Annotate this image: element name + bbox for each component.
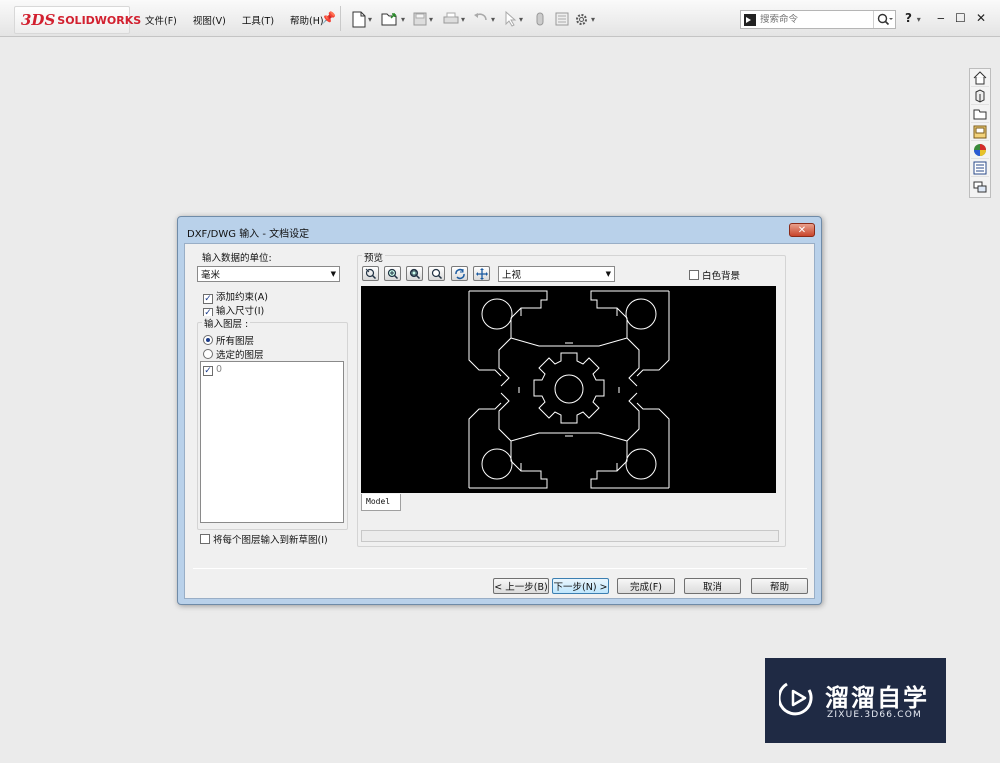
horizontal-scrollbar[interactable] (361, 530, 779, 542)
each-layer-sketch-option[interactable]: 将每个图层输入到新草图(I) (200, 532, 328, 546)
logo-word: SOLIDWORKS (57, 13, 142, 27)
help-button[interactable]: ? ▾ (905, 11, 921, 25)
select-icon[interactable]: ▾ (505, 9, 523, 29)
chevron-down-icon: ▼ (330, 270, 336, 278)
rebuild-icon[interactable] (535, 9, 545, 29)
help-dialog-button[interactable]: 帮助 (751, 578, 808, 594)
search-input[interactable] (760, 14, 873, 25)
selected-layers-radio[interactable] (203, 349, 213, 359)
play-logo-icon (779, 682, 813, 716)
new-document-icon[interactable]: ▾ (352, 9, 372, 29)
view-value: 上视 (502, 270, 522, 281)
home-icon[interactable] (971, 70, 989, 87)
logo-mark: 3DS (21, 11, 56, 29)
layers-label: 输入图层 : (202, 316, 251, 330)
custom-properties-icon[interactable] (971, 160, 989, 177)
maximize-button[interactable]: ☐ (955, 11, 966, 25)
zoom-previous-icon[interactable] (428, 266, 445, 281)
button-divider (193, 568, 807, 569)
each-layer-sketch-checkbox[interactable] (200, 534, 210, 544)
title-bar: 3DS SOLIDWORKS 文件(F) 视图(V) 工具(T) 帮助(H) 📌… (0, 0, 1000, 37)
zoom-in-icon[interactable] (384, 266, 401, 281)
dialog-body: 输入数据的单位: 毫米 ▼ ✓ 添加约束(A) ✓ 输入尺寸(I) 输入图层 : 所… (184, 243, 815, 599)
next-button[interactable]: 下一步(N) > (552, 578, 609, 594)
menu-tools[interactable]: 工具(T) (240, 12, 276, 28)
preview-canvas[interactable] (361, 286, 776, 493)
forum-icon[interactable] (971, 178, 989, 195)
white-background-option[interactable]: 白色背景 (689, 268, 740, 282)
units-select[interactable]: 毫米 ▼ (197, 266, 340, 282)
zoom-fit-icon[interactable] (362, 266, 379, 281)
white-background-checkbox[interactable] (689, 270, 699, 280)
rotate-icon[interactable] (451, 266, 468, 281)
watermark-badge: 溜溜自学 ZIXUE.3D66.COM (765, 658, 946, 743)
task-pane (969, 68, 991, 198)
options-gear-icon[interactable]: ▾ (574, 9, 595, 29)
finish-button[interactable]: 完成(F) (617, 578, 675, 594)
close-button[interactable]: ✕ (976, 11, 986, 25)
layer-item[interactable]: ✓ 0 (203, 364, 222, 376)
chevron-down-icon: ▼ (605, 270, 611, 278)
dxf-import-dialog: DXF/DWG 输入 - 文档设定 ✕ 输入数据的单位: 毫米 ▼ ✓ 添加约束(… (177, 216, 822, 605)
back-button[interactable]: < 上一步(B) (493, 578, 549, 594)
zoom-area-icon[interactable] (406, 266, 423, 281)
watermark-url: ZIXUE.3D66.COM (827, 710, 923, 720)
view-palette-icon[interactable] (971, 124, 989, 141)
all-layers-radio[interactable] (203, 335, 213, 345)
selected-layers-option[interactable]: 选定的图层 (203, 347, 264, 361)
toolbar-separator (340, 6, 341, 31)
add-constraints-option[interactable]: ✓ 添加约束(A) (203, 289, 268, 304)
preview-label: 预览 (362, 250, 386, 264)
dialog-close-button[interactable]: ✕ (789, 223, 815, 237)
command-icon (744, 13, 756, 26)
minimize-button[interactable]: ‒ (937, 11, 945, 25)
file-explorer-icon[interactable] (971, 106, 989, 123)
view-orientation-select[interactable]: 上视 ▼ (498, 266, 615, 282)
undo-icon[interactable]: ▾ (473, 9, 495, 29)
design-library-icon[interactable] (971, 88, 989, 105)
model-tab[interactable]: Model (361, 494, 401, 511)
print-icon[interactable]: ▾ (443, 9, 465, 29)
all-layers-option[interactable]: 所有图层 (203, 333, 254, 347)
file-properties-icon[interactable] (555, 9, 569, 29)
search-commands[interactable] (740, 10, 896, 29)
layer-list: ✓ 0 (200, 361, 344, 523)
open-icon[interactable]: ▾ (381, 9, 405, 29)
search-icon[interactable] (873, 11, 895, 28)
pan-icon[interactable] (473, 266, 490, 281)
layer-checkbox[interactable]: ✓ (203, 366, 213, 376)
extrusion-profile-drawing (468, 290, 670, 489)
solidworks-logo[interactable]: 3DS SOLIDWORKS (14, 6, 141, 34)
menu-view[interactable]: 视图(V) (191, 12, 228, 28)
watermark-name: 溜溜自学 (825, 684, 929, 712)
save-icon[interactable]: ▾ (413, 9, 433, 29)
cancel-button[interactable]: 取消 (684, 578, 741, 594)
menu-file[interactable]: 文件(F) (143, 12, 179, 28)
units-value: 毫米 (201, 270, 221, 281)
menu-help[interactable]: 帮助(H) (288, 12, 326, 28)
dialog-title: DXF/DWG 输入 - 文档设定 (187, 229, 310, 240)
appearances-icon[interactable] (971, 142, 989, 159)
pin-menu-icon[interactable]: 📌 (321, 11, 336, 25)
menu-bar: 文件(F) 视图(V) 工具(T) 帮助(H) (143, 12, 326, 28)
units-label: 输入数据的单位: (202, 253, 272, 264)
